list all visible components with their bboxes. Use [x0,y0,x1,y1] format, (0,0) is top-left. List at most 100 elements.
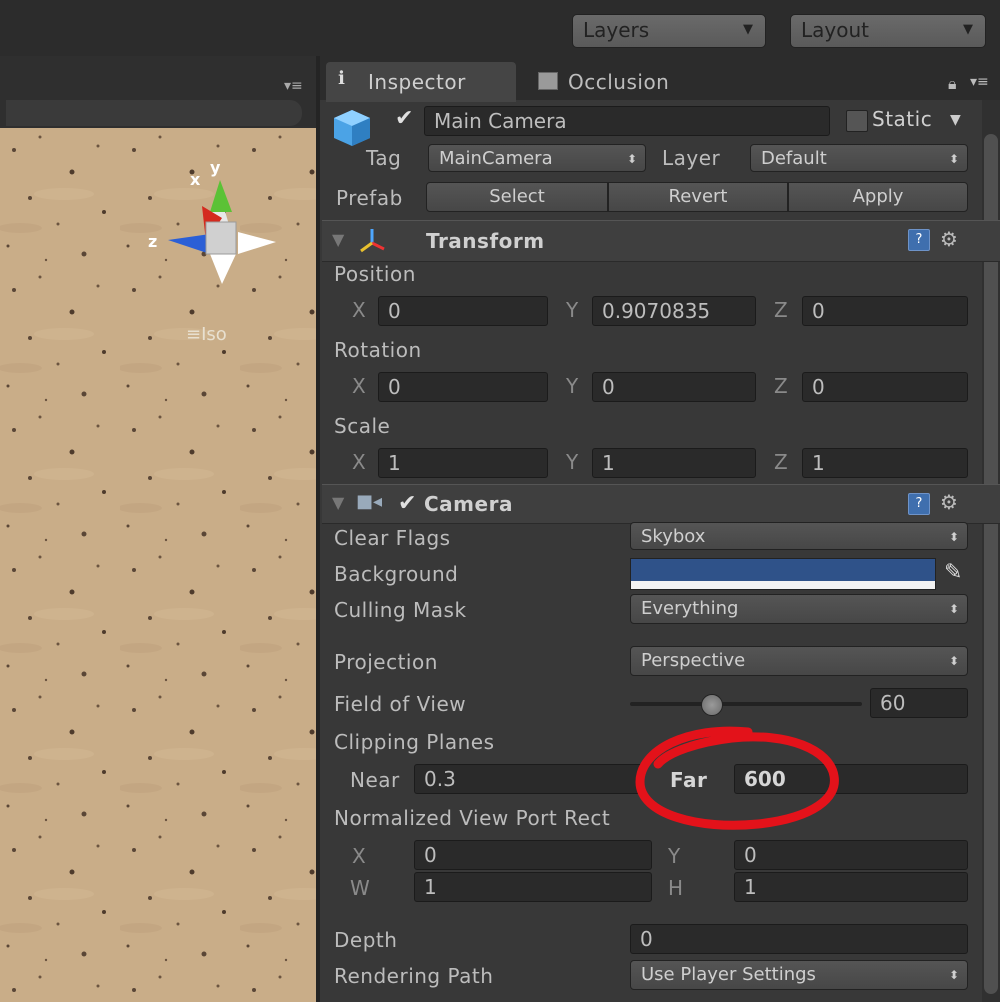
scene-view[interactable]: x y z ≡Iso [0,128,316,1002]
prefab-apply-button[interactable]: Apply [788,182,968,212]
help-icon[interactable]: ? [908,229,930,251]
lock-icon[interactable]: 🔒︎ [948,74,957,94]
layout-dropdown[interactable]: Layout ▼ [790,14,986,48]
scene-search-field[interactable] [6,100,302,126]
layers-label: Layers [583,18,650,42]
scale-z-label: Z [774,450,788,474]
vp-y-label: Y [668,844,681,868]
scale-y-label: Y [566,450,579,474]
position-z-value: 0 [812,299,825,323]
foldout-arrow-icon: ▼ [332,493,345,512]
updown-icon: ⬍ [626,152,637,166]
layer-label: Layer [662,146,721,170]
viewport-w-field[interactable]: 1 [414,872,652,902]
tag-dropdown[interactable]: MainCamera ⬍ [428,144,646,172]
iso-label: Iso [201,324,227,345]
gear-icon[interactable]: ⚙ [940,227,958,251]
camera-enabled-checkbox[interactable]: ✔ [398,493,416,515]
vp-h-label: H [668,876,684,900]
depth-field[interactable]: 0 [630,924,968,954]
transform-header[interactable]: ▼ Transform ? ⚙ [322,220,1000,262]
pos-z-label: Z [774,298,788,322]
prefab-revert-button[interactable]: Revert [608,182,788,212]
tab-occlusion-label: Occlusion [568,70,670,94]
foldout-arrow-icon: ▼ [332,230,345,249]
prefab-select-button[interactable]: Select [426,182,608,212]
vp-x-label: X [352,844,366,868]
panel-menu-icon[interactable]: ▾≡ [970,74,989,90]
viewport-rect-label: Normalized View Port Rect [334,806,611,830]
position-x-field[interactable]: 0 [378,296,548,326]
gizmo-z-label: z [148,232,158,251]
fov-field[interactable]: 60 [870,688,968,718]
gear-icon[interactable]: ⚙ [940,490,958,514]
updown-icon: ⬍ [948,654,959,668]
scale-x-field[interactable]: 1 [378,448,548,478]
clear-flags-dropdown[interactable]: Skybox ⬍ [630,522,968,550]
camera-header[interactable]: ▼ ■◂ ✔ Camera ? ⚙ [322,484,1000,524]
transform-title: Transform [426,229,545,253]
scale-x-label: X [352,450,366,474]
viewport-y-field[interactable]: 0 [734,840,968,870]
rotation-y-field[interactable]: 0 [592,372,756,402]
static-checkbox[interactable] [846,110,868,132]
scale-z-field[interactable]: 1 [802,448,968,478]
projection-dropdown[interactable]: Perspective ⬍ [630,646,968,676]
background-label: Background [334,562,459,586]
tab-occlusion[interactable]: Occlusion [530,62,740,102]
scrollbar-thumb[interactable] [984,134,998,994]
layer-dropdown[interactable]: Default ⬍ [750,144,968,172]
iso-toggle[interactable]: ≡Iso [186,324,227,345]
layers-dropdown[interactable]: Layers ▼ [572,14,766,48]
static-chevron-icon[interactable]: ▼ [950,112,961,128]
scene-panel-menu-icon[interactable]: ▾≡ [284,78,303,94]
occlusion-icon [538,72,558,90]
rotation-x-field[interactable]: 0 [378,372,548,402]
updown-icon: ⬍ [948,152,959,166]
updown-icon: ⬍ [948,968,959,982]
fov-slider-track[interactable] [630,694,862,716]
tab-inspector[interactable]: ℹ Inspector [326,62,516,102]
rot-x-label: X [352,374,366,398]
select-label: Select [489,186,545,207]
scale-y-field[interactable]: 1 [592,448,756,478]
viewport-y-value: 0 [744,843,757,867]
chevron-down-icon: ▼ [963,22,973,37]
position-y-field[interactable]: 0.9070835 [592,296,756,326]
pos-y-label: Y [566,298,579,322]
position-z-field[interactable]: 0 [802,296,968,326]
object-name-field[interactable]: Main Camera [424,106,830,136]
layout-label: Layout [801,18,869,42]
gizmo-x-label: x [190,170,201,189]
apply-label: Apply [852,186,904,207]
near-field[interactable]: 0.3 [414,764,644,794]
camera-component-icon: ■◂ [356,491,383,512]
viewport-h-value: 1 [744,875,757,899]
background-color-field[interactable] [630,558,936,590]
tag-label: Tag [366,146,402,170]
clipping-planes-label: Clipping Planes [334,730,495,754]
gizmo-y-label: y [210,158,221,177]
active-checkbox[interactable]: ✔ [395,108,413,130]
viewport-x-field[interactable]: 0 [414,840,652,870]
near-value: 0.3 [424,767,456,791]
scale-y-value: 1 [602,451,615,475]
viewport-h-field[interactable]: 1 [734,872,968,902]
scale-label: Scale [334,414,391,438]
culling-mask-dropdown[interactable]: Everything ⬍ [630,594,968,624]
orientation-gizmo[interactable]: x y z [140,158,290,288]
eyedropper-icon[interactable]: ✎ [944,560,962,585]
rot-z-label: Z [774,374,788,398]
culling-mask-label: Culling Mask [334,598,467,622]
info-icon: ℹ [338,68,345,89]
revert-label: Revert [668,186,728,207]
updown-icon: ⬍ [948,602,959,616]
projection-label: Projection [334,650,438,674]
rendering-path-dropdown[interactable]: Use Player Settings ⬍ [630,960,968,990]
scale-z-value: 1 [812,451,825,475]
help-icon[interactable]: ? [908,493,930,515]
rot-y-label: Y [566,374,579,398]
tab-inspector-label: Inspector [368,70,466,94]
camera-title: Camera [424,492,513,516]
rotation-z-field[interactable]: 0 [802,372,968,402]
